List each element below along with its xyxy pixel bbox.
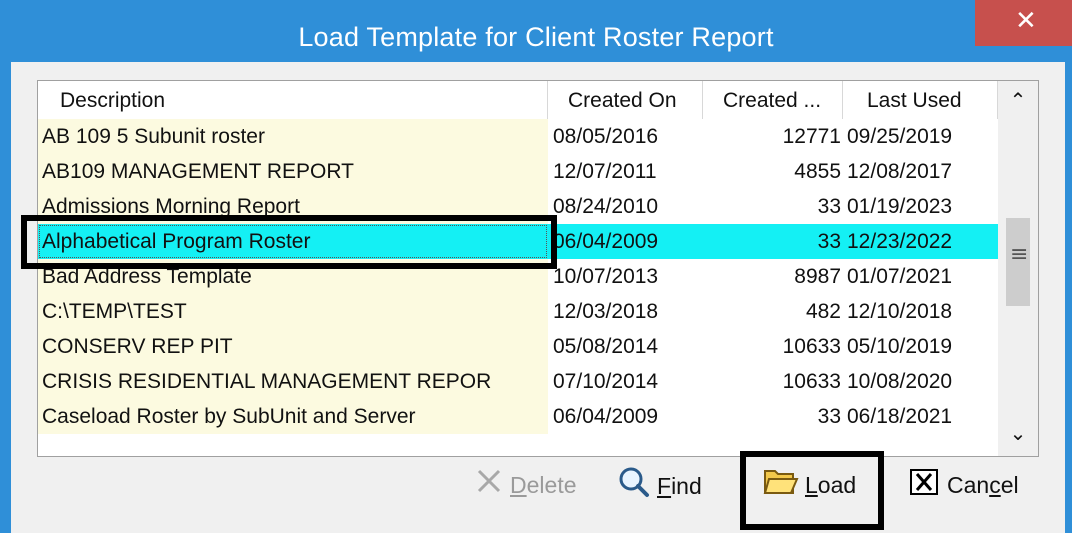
table-row[interactable]: CONSERV REP PIT 05/08/2014 10633 05/10/2019 <box>38 329 998 364</box>
cell-last-used: 12/10/2018 <box>847 300 953 323</box>
scroll-down-icon[interactable]: ⌄ <box>998 416 1038 452</box>
cell-last-used: 05/10/2019 <box>847 335 953 358</box>
cell-created-on: 12/07/2011 <box>553 160 657 183</box>
cell-created-by: 10633 <box>782 335 841 358</box>
close-icon: ✕ <box>1015 6 1037 36</box>
highlight-load-button <box>740 451 884 530</box>
cell-description: AB109 MANAGEMENT REPORT <box>38 154 548 189</box>
column-header-last-used[interactable]: Last Used <box>843 81 998 119</box>
highlight-selected-row <box>21 215 557 269</box>
title-bar[interactable]: Load Template for Client Roster Report ✕ <box>0 0 1072 62</box>
cell-created-by: 4855 <box>794 160 841 183</box>
table-row[interactable]: Caseload Roster by SubUnit and Server 06/… <box>38 399 998 434</box>
cell-created-on: 06/04/2009 <box>548 224 703 259</box>
cell-created-by: 10633 <box>782 370 841 393</box>
delete-mnemonic: D <box>510 472 527 498</box>
scroll-thumb[interactable]: ≡ <box>1006 218 1030 306</box>
cell-description: Caseload Roster by SubUnit and Server <box>38 399 548 434</box>
cell-description: C:\TEMP\TEST <box>38 294 548 329</box>
find-label-rest: ind <box>671 473 702 500</box>
cell-created-by: 482 <box>805 300 841 323</box>
delete-label-rest: elete <box>526 472 577 498</box>
grid-header: Description Created On Created ... Last … <box>38 81 998 119</box>
cancel-button[interactable]: Cancel <box>909 465 1019 505</box>
find-mnemonic: F <box>657 473 672 500</box>
cancel-x-icon <box>909 466 941 508</box>
dialog-body: Description Created On Created ... Last … <box>11 62 1065 533</box>
cell-description: AB 109 5 Subunit roster <box>38 119 548 154</box>
grip-icon: ≡ <box>1010 242 1029 267</box>
table-row[interactable]: CRISIS RESIDENTIAL MANAGEMENT REPOR 07/10… <box>38 364 998 399</box>
cell-last-used: 09/25/2019 <box>847 125 953 148</box>
vertical-scrollbar[interactable]: ⌃ ≡ ⌄ <box>998 81 1038 456</box>
scroll-up-icon[interactable]: ⌃ <box>998 83 1038 119</box>
cell-last-used: 12/23/2022 <box>843 224 998 259</box>
delete-button[interactable]: Delete <box>474 465 577 505</box>
cell-created-on: 05/08/2014 <box>553 335 659 358</box>
cancel-label-pre: Can <box>947 472 990 498</box>
cell-created-on: 06/04/2009 <box>553 405 659 428</box>
cancel-label-post: el <box>1000 472 1019 498</box>
cell-created-by: 8987 <box>794 265 841 288</box>
cell-created-by: 33 <box>817 195 841 218</box>
cell-description: CONSERV REP PIT <box>38 329 548 364</box>
column-header-description[interactable]: Description <box>38 81 548 119</box>
column-header-created-on[interactable]: Created On <box>548 81 703 119</box>
cell-last-used: 01/07/2021 <box>847 265 953 288</box>
cancel-mnemonic: c <box>989 472 1001 498</box>
cell-created-by: 12771 <box>782 125 841 148</box>
magnifier-icon <box>617 465 651 511</box>
cell-last-used: 10/08/2020 <box>847 370 953 393</box>
cell-last-used: 06/18/2021 <box>847 405 953 428</box>
cell-created-on: 12/03/2018 <box>553 300 659 323</box>
cell-description: CRISIS RESIDENTIAL MANAGEMENT REPOR <box>38 364 548 399</box>
cell-last-used: 12/08/2017 <box>847 160 953 183</box>
column-header-created-by[interactable]: Created ... <box>703 81 843 119</box>
cell-created-by: 33 <box>817 405 841 428</box>
table-row[interactable]: AB 109 5 Subunit roster 08/05/2016 12771 09… <box>38 119 998 154</box>
table-row[interactable]: C:\TEMP\TEST 12/03/2018 482 12/10/2018 <box>38 294 998 329</box>
cell-created-by: 33 <box>703 224 843 259</box>
cell-created-on: 08/24/2010 <box>553 195 659 218</box>
window-title: Load Template for Client Roster Report <box>298 22 774 52</box>
find-button[interactable]: Find <box>617 465 702 505</box>
cell-created-on: 07/10/2014 <box>553 370 659 393</box>
table-row[interactable]: AB109 MANAGEMENT REPORT 12/07/2011 4855 12/… <box>38 154 998 189</box>
delete-x-icon <box>474 466 504 508</box>
close-button[interactable]: ✕ <box>975 0 1072 46</box>
cell-created-on: 08/05/2016 <box>553 125 659 148</box>
cell-created-on: 10/07/2013 <box>553 265 659 288</box>
dialog-window: Load Template for Client Roster Report ✕… <box>0 0 1072 533</box>
cell-last-used: 01/19/2023 <box>847 195 953 218</box>
